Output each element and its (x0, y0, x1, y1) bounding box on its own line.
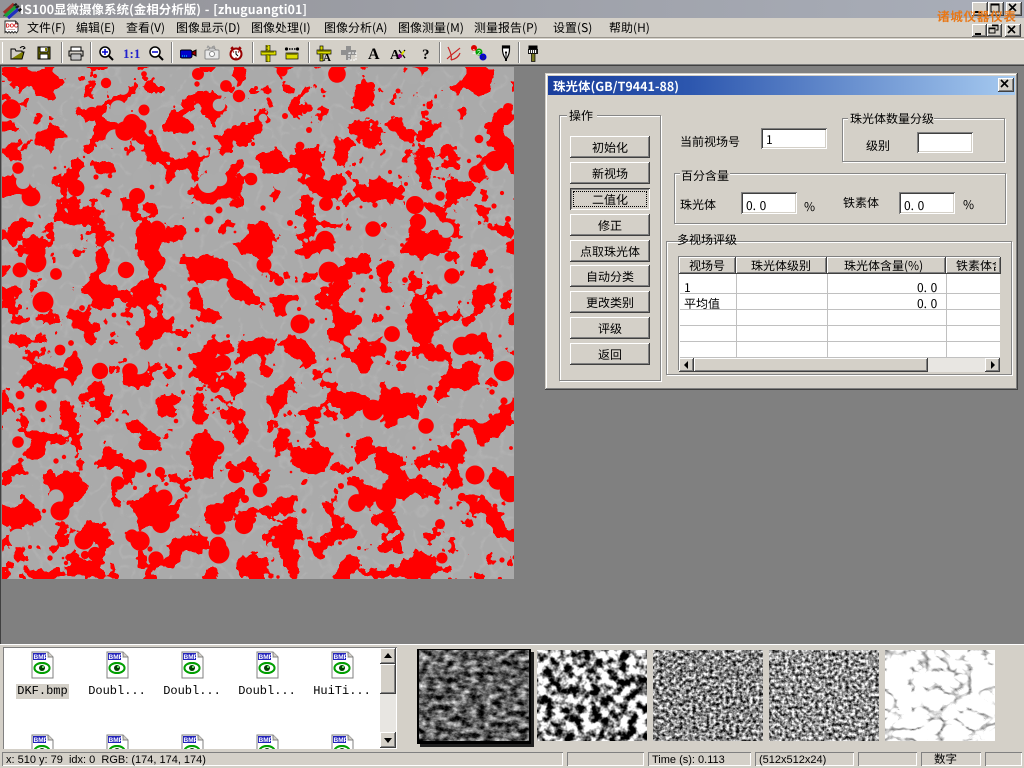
svg-text:3: 3 (481, 55, 485, 62)
svg-text:DOC: DOC (6, 24, 18, 30)
svg-text:BMP: BMP (259, 737, 274, 744)
svg-text:BMP: BMP (184, 737, 199, 744)
svg-text:1: 1 (472, 49, 476, 56)
svg-text:BMP: BMP (34, 737, 49, 744)
svg-text:BMP: BMP (109, 737, 124, 744)
svg-text:BMP: BMP (109, 654, 124, 661)
svg-text:?: ? (422, 47, 430, 62)
svg-text:A: A (323, 52, 331, 62)
svg-text:BMP: BMP (334, 654, 349, 661)
svg-text:BMP: BMP (34, 654, 49, 661)
svg-text:A: A (368, 46, 380, 62)
svg-text:BMP: BMP (334, 737, 349, 744)
svg-text:BMP: BMP (259, 654, 274, 661)
svg-text:BMP: BMP (184, 654, 199, 661)
svg-text:1:1: 1:1 (123, 46, 140, 61)
